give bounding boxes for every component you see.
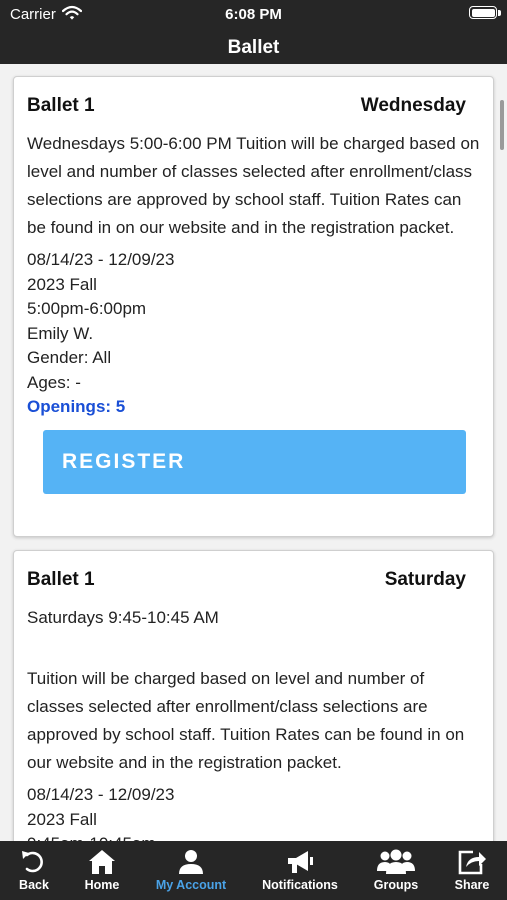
back-icon xyxy=(22,851,43,873)
tab-notifications[interactable]: Notifications xyxy=(252,841,348,900)
class-description: Tuition will be charged based on level a… xyxy=(27,669,465,772)
tab-back[interactable]: Back xyxy=(0,841,68,900)
scrollbar[interactable] xyxy=(500,100,504,150)
tab-label: My Account xyxy=(155,878,227,892)
class-day: Wednesday xyxy=(360,95,466,116)
class-details: 08/14/23 - 12/09/23 2023 Fall 9:45am-10:… xyxy=(27,783,480,841)
class-time: 9:45am-10:45am xyxy=(27,832,480,841)
tab-label: Notifications xyxy=(262,878,338,892)
account-icon xyxy=(179,850,203,874)
tab-bar: Back Home My Account Notifications Group… xyxy=(0,841,507,900)
class-dates: 08/14/23 - 12/09/23 xyxy=(27,785,175,804)
megaphone-icon xyxy=(288,851,313,873)
class-dates: 08/14/23 - 12/09/23 xyxy=(27,250,175,269)
class-day: Saturday xyxy=(384,569,466,590)
class-details: 08/14/23 - 12/09/23 2023 Fall 5:00pm-6:0… xyxy=(27,248,480,420)
share-icon xyxy=(458,850,486,875)
tab-home[interactable]: Home xyxy=(68,841,136,900)
class-list[interactable]: Ballet 1 Wednesday Wednesdays 5:00-6:00 … xyxy=(0,64,507,841)
class-time: 5:00pm-6:00pm xyxy=(27,299,147,318)
tab-label: Groups xyxy=(373,878,419,892)
class-name: Ballet 1 xyxy=(27,569,95,590)
tab-share[interactable]: Share xyxy=(438,841,506,900)
clock: 6:08 PM xyxy=(225,6,282,23)
class-session: 2023 Fall xyxy=(27,809,97,829)
class-schedule: Saturdays 9:45-10:45 AM xyxy=(27,608,219,627)
home-icon xyxy=(89,850,115,874)
tab-label: Back xyxy=(19,878,49,892)
tab-my-account[interactable]: My Account xyxy=(145,841,237,900)
class-instructor: Emily W. xyxy=(27,323,94,343)
battery-icon xyxy=(469,6,497,19)
class-card: Ballet 1 Saturday Saturdays 9:45-10:45 A… xyxy=(13,550,494,841)
class-session: 2023 Fall xyxy=(27,274,97,294)
class-name: Ballet 1 xyxy=(27,95,95,116)
tab-label: Home xyxy=(84,878,120,892)
class-ages: Ages: - xyxy=(27,372,81,392)
tab-groups[interactable]: Groups xyxy=(362,841,430,900)
class-card: Ballet 1 Wednesday Wednesdays 5:00-6:00 … xyxy=(13,76,494,537)
class-openings: Openings: 5 xyxy=(27,397,126,416)
groups-icon xyxy=(377,849,415,874)
class-gender: Gender: All xyxy=(27,348,112,367)
battery-tip xyxy=(498,10,501,16)
status-bar: Carrier 6:08 PM xyxy=(0,0,507,28)
card-header: Ballet 1 Saturday xyxy=(27,569,480,599)
class-description: Wednesdays 5:00-6:00 PM Tuition will be … xyxy=(27,134,480,237)
register-button[interactable]: REGISTER xyxy=(43,429,466,494)
page-title: Ballet xyxy=(227,37,280,58)
tab-label: Share xyxy=(454,878,490,892)
top-bar: Carrier 6:08 PM Ballet xyxy=(0,0,507,64)
card-header: Ballet 1 Wednesday xyxy=(27,95,480,125)
